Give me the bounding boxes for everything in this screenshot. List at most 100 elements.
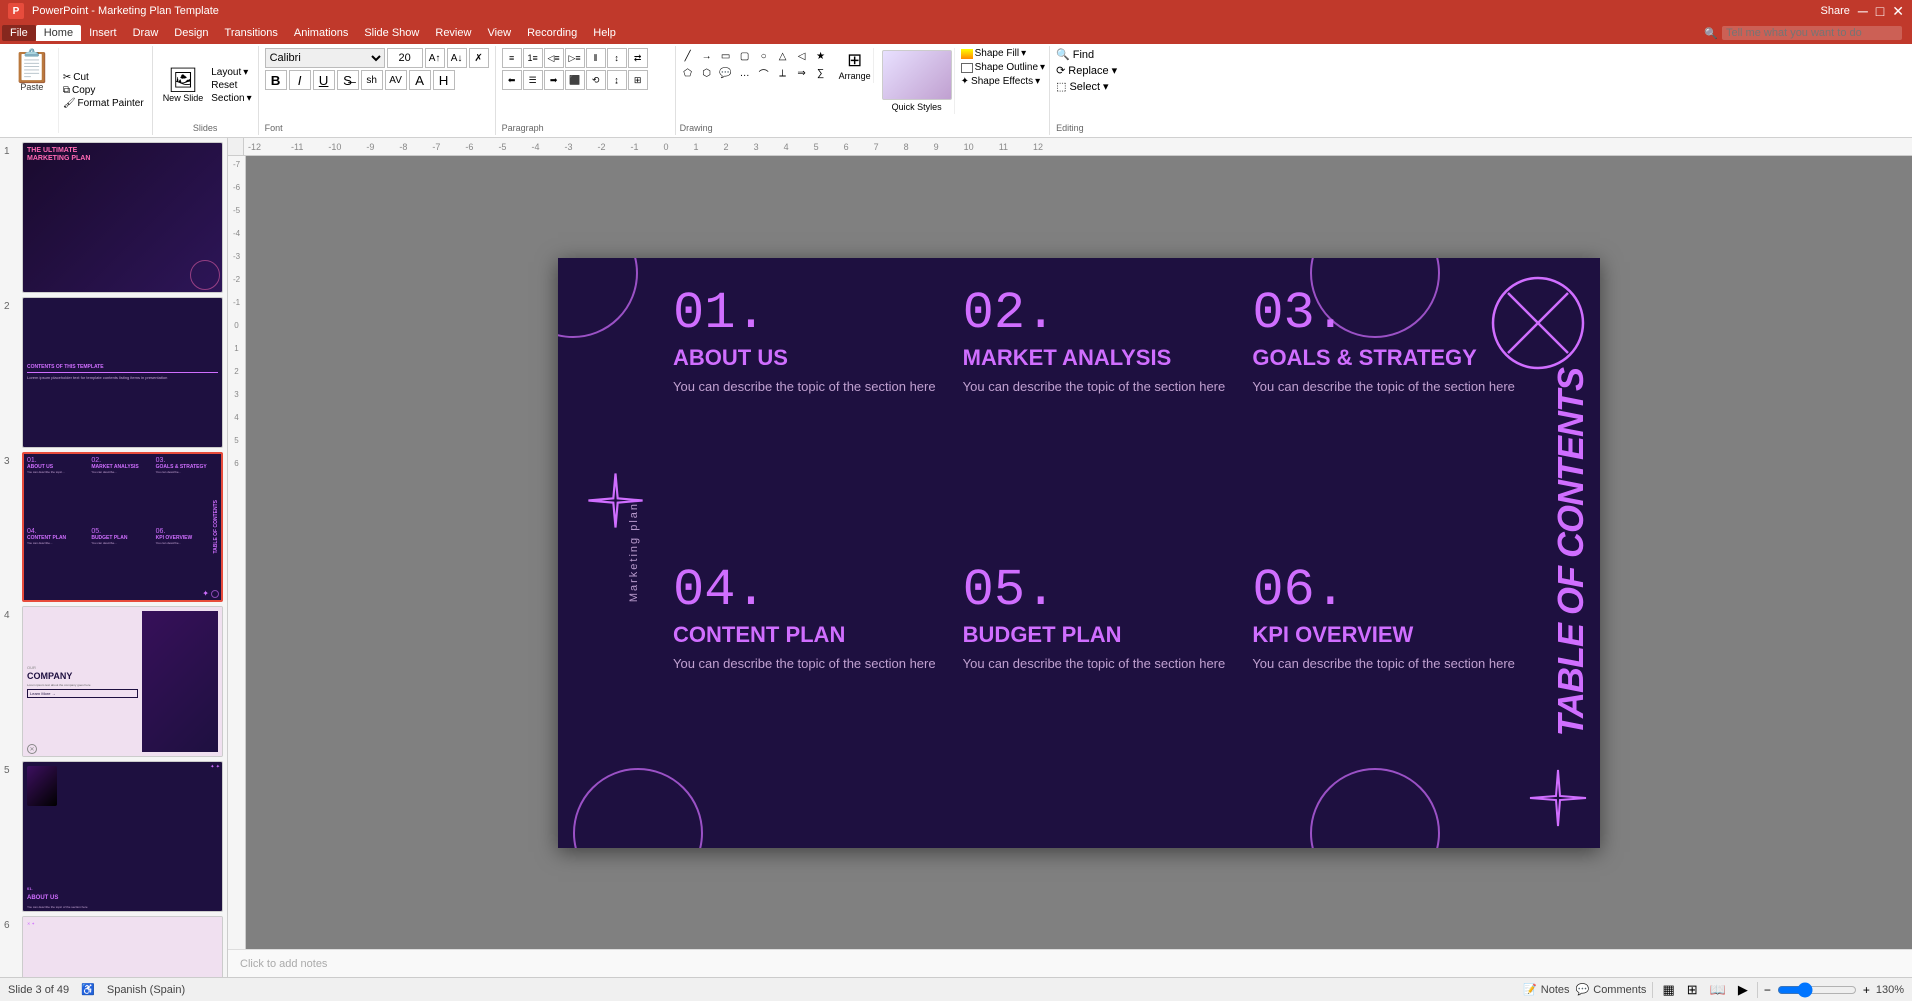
- close-btn[interactable]: ✕: [1892, 3, 1904, 20]
- highlight-button[interactable]: H: [433, 70, 455, 90]
- slide-thumb-4[interactable]: 4 OUR COMPANY Lorem ipsum text about the…: [4, 606, 223, 757]
- underline-button[interactable]: U: [313, 70, 335, 90]
- slide-preview-6[interactable]: ✕ ✦ WHOA Section divider slide for your …: [22, 916, 223, 977]
- slide-thumb-2[interactable]: 2 CONTENTS OF THIS TEMPLATE Lorem ipsum …: [4, 297, 223, 448]
- zoom-slider[interactable]: [1777, 982, 1857, 998]
- shape-star[interactable]: ★: [813, 48, 829, 64]
- slide-thumb-5[interactable]: 5 01. ABOUT US You can describe the topi…: [4, 761, 223, 912]
- slide-panel[interactable]: 1 THE ULTIMATEMARKETING PLAN 2 CONTENTS …: [0, 138, 228, 977]
- shadow-button[interactable]: sh: [361, 70, 383, 90]
- section-button[interactable]: Section ▾: [211, 93, 251, 104]
- quick-styles-preview[interactable]: [882, 50, 952, 100]
- shape-block-arrow[interactable]: ⇒: [794, 65, 810, 81]
- reading-view-btn[interactable]: 📖: [1707, 981, 1729, 999]
- slide-thumb-6[interactable]: 6 ✕ ✦ WHOA Section divider slide for you…: [4, 916, 223, 977]
- char-spacing-button[interactable]: AV: [385, 70, 407, 90]
- shape-pent[interactable]: ⬠: [680, 65, 696, 81]
- shape-callout[interactable]: 💬: [718, 65, 734, 81]
- align-center[interactable]: ☰: [523, 70, 543, 90]
- normal-view-btn[interactable]: ▦: [1659, 981, 1677, 999]
- zoom-in-btn[interactable]: +: [1863, 983, 1870, 997]
- notes-toggle[interactable]: 📝 Notes: [1523, 983, 1569, 996]
- slideshow-btn[interactable]: ▶: [1735, 981, 1751, 999]
- paste-button[interactable]: 📋 Paste: [6, 48, 59, 133]
- menu-review[interactable]: Review: [427, 25, 479, 41]
- replace-button[interactable]: ⟳ Replace ▾: [1056, 64, 1134, 77]
- shape-tri[interactable]: △: [775, 48, 791, 64]
- slide-thumb-1[interactable]: 1 THE ULTIMATEMARKETING PLAN: [4, 142, 223, 293]
- new-slide-button[interactable]: 🖼 New Slide: [159, 67, 208, 105]
- shape-arrow[interactable]: →: [699, 48, 715, 64]
- align-right[interactable]: ➡: [544, 70, 564, 90]
- bold-button[interactable]: B: [265, 70, 287, 90]
- shape-curve[interactable]: ⌒: [756, 65, 772, 81]
- cols-button[interactable]: ⫴: [586, 48, 606, 68]
- search-input[interactable]: [1722, 26, 1902, 40]
- menu-insert[interactable]: Insert: [81, 25, 125, 41]
- bullet-list-button[interactable]: ≡: [502, 48, 522, 68]
- arrange-button[interactable]: ⊞ Arrange: [839, 50, 871, 81]
- italic-button[interactable]: I: [289, 70, 311, 90]
- slide-preview-2[interactable]: CONTENTS OF THIS TEMPLATE Lorem ipsum pl…: [22, 297, 223, 448]
- rtl-ltr[interactable]: ⇄: [628, 48, 648, 68]
- menu-design[interactable]: Design: [166, 25, 216, 41]
- comments-toggle[interactable]: 💬 Comments: [1576, 983, 1647, 996]
- shape-rtri[interactable]: ◁: [794, 48, 810, 64]
- notes-area[interactable]: Click to add notes: [228, 949, 1912, 977]
- shape-effects-button[interactable]: ✦ Shape Effects ▾: [961, 76, 1045, 87]
- shape-connector[interactable]: ⟂: [775, 65, 791, 81]
- align-left[interactable]: ⬅: [502, 70, 522, 90]
- find-button[interactable]: 🔍 Find: [1056, 48, 1134, 61]
- smartart[interactable]: ⊞: [628, 70, 648, 90]
- text-direction[interactable]: ⟲: [586, 70, 606, 90]
- menu-transitions[interactable]: Transitions: [217, 25, 286, 41]
- slide-sorter-btn[interactable]: ⊞: [1684, 981, 1701, 999]
- shape-equation[interactable]: ∑: [813, 65, 829, 81]
- slide-preview-5[interactable]: 01. ABOUT US You can describe the topic …: [22, 761, 223, 912]
- text-align-v[interactable]: ↨: [607, 70, 627, 90]
- shape-rect[interactable]: ▭: [718, 48, 734, 64]
- menu-recording[interactable]: Recording: [519, 25, 585, 41]
- slide-preview-3-active[interactable]: 01. ABOUT US You can describe the topic.…: [22, 452, 223, 603]
- maximize-btn[interactable]: □: [1876, 3, 1884, 19]
- menu-draw[interactable]: Draw: [125, 25, 167, 41]
- shape-fill-button[interactable]: Shape Fill ▾: [961, 48, 1045, 59]
- font-color-button[interactable]: A: [409, 70, 431, 90]
- menu-home[interactable]: Home: [36, 25, 81, 41]
- share-btn[interactable]: Share: [1821, 5, 1850, 17]
- menu-file[interactable]: File: [2, 25, 36, 41]
- main-slide[interactable]: Marketing plan TABLE OF CONTENTS 01. ABO…: [558, 258, 1600, 848]
- minimize-btn[interactable]: ─: [1858, 3, 1868, 19]
- shape-ellipse[interactable]: ○: [756, 48, 772, 64]
- font-size-increase[interactable]: A↑: [425, 48, 445, 68]
- clear-format[interactable]: ✗: [469, 48, 489, 68]
- select-button[interactable]: ⬚ Select ▾: [1056, 80, 1134, 93]
- shape-outline-button[interactable]: Shape Outline ▾: [961, 62, 1045, 73]
- slide-preview-1[interactable]: THE ULTIMATEMARKETING PLAN: [22, 142, 223, 293]
- search-box[interactable]: 🔍: [1704, 26, 1902, 40]
- font-size-decrease[interactable]: A↓: [447, 48, 467, 68]
- justify[interactable]: ⬛: [565, 70, 585, 90]
- cut-button[interactable]: ✂ Cut: [63, 72, 144, 83]
- menu-slideshow[interactable]: Slide Show: [356, 25, 427, 41]
- slide-thumb-3[interactable]: 3 01. ABOUT US You can describe the topi…: [4, 452, 223, 603]
- copy-button[interactable]: ⧉ Copy: [63, 85, 144, 96]
- format-painter-button[interactable]: 🖌 Format Painter: [63, 98, 144, 109]
- strikethrough-button[interactable]: S̶: [337, 70, 359, 90]
- shape-round-rect[interactable]: ▢: [737, 48, 753, 64]
- indent-increase[interactable]: ▷≡: [565, 48, 585, 68]
- font-name-select[interactable]: Calibri: [265, 48, 385, 68]
- indent-decrease[interactable]: ◁≡: [544, 48, 564, 68]
- shape-more[interactable]: …: [737, 65, 753, 81]
- reset-button[interactable]: Reset: [211, 80, 251, 91]
- zoom-out-btn[interactable]: −: [1764, 983, 1771, 997]
- layout-button[interactable]: Layout ▾: [211, 67, 251, 78]
- menu-view[interactable]: View: [479, 25, 519, 41]
- slide-preview-4[interactable]: OUR COMPANY Lorem ipsum text about the c…: [22, 606, 223, 757]
- font-size-input[interactable]: [387, 48, 423, 68]
- shape-hex[interactable]: ⬡: [699, 65, 715, 81]
- shape-line[interactable]: ╱: [680, 48, 696, 64]
- menu-animations[interactable]: Animations: [286, 25, 356, 41]
- line-spacing[interactable]: ↕: [607, 48, 627, 68]
- num-list-button[interactable]: 1≡: [523, 48, 543, 68]
